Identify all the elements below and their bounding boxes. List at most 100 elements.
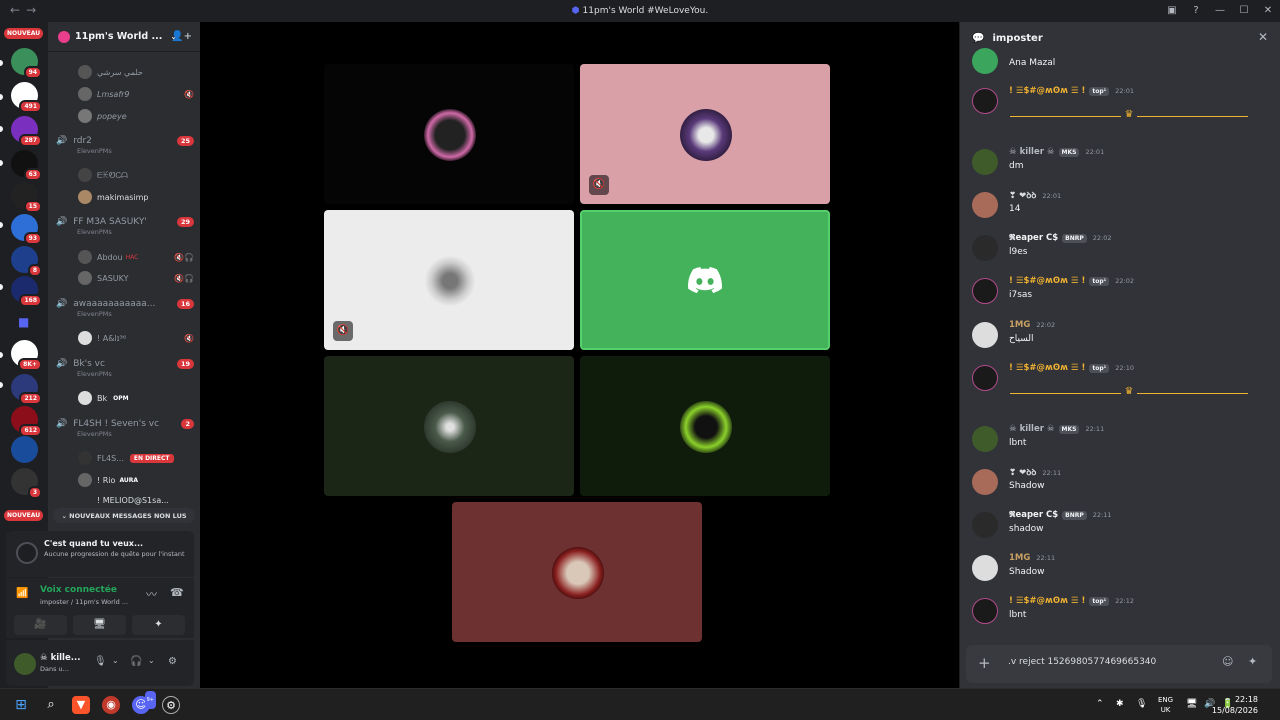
new-badge-bottom[interactable]: NOUVEAU	[4, 510, 44, 521]
microphone-icon[interactable]: 🎙	[1136, 699, 1147, 709]
camera-button[interactable]: 🎥	[14, 615, 67, 635]
chevron-down-icon[interactable]: ⌄	[148, 656, 155, 665]
tray-app-icon[interactable]: ✱	[1116, 699, 1124, 709]
folder-icon[interactable]: ■	[11, 310, 38, 337]
voice-location[interactable]: imposter / 11pm's World ...	[40, 598, 128, 606]
user-name[interactable]: ☠ kille...	[40, 653, 80, 663]
message-input[interactable]: + .v reject 1526980577469665340 ☺ ✦	[966, 645, 1272, 683]
add-attachment-icon[interactable]: +	[978, 654, 991, 672]
close-button[interactable]: ✕	[1256, 0, 1280, 22]
voice-member[interactable]: ᗴꀘᏬᏟᗩ	[78, 167, 194, 183]
app-icon[interactable]: ⚙	[162, 696, 180, 714]
avatar[interactable]	[972, 469, 998, 495]
voice-member[interactable]: popeye	[78, 108, 194, 124]
participant-tile[interactable]	[324, 356, 574, 496]
avatar[interactable]	[972, 192, 998, 218]
disconnect-icon[interactable]: ☎	[170, 586, 184, 599]
server-icon[interactable]: 94	[11, 48, 42, 79]
voice-member[interactable]: Abdou HAC 🔇🎧	[78, 249, 194, 265]
server-icon[interactable]: 287	[11, 116, 42, 147]
inbox-icon[interactable]: ▣	[1160, 0, 1184, 22]
server-icon[interactable]	[11, 436, 38, 463]
quest-title: C'est quand tu veux...	[44, 539, 144, 548]
minimize-button[interactable]: —	[1208, 0, 1232, 22]
screen-share-button[interactable]: 🖥	[73, 615, 126, 635]
participant-avatar	[552, 547, 604, 599]
discord-icon[interactable]: ☺ 9+	[132, 691, 156, 714]
search-icon[interactable]: ⌕	[42, 696, 60, 714]
clock[interactable]: 22:18 15/08/2026	[1212, 694, 1258, 716]
apps-icon[interactable]: ✦	[1248, 655, 1257, 668]
noise-suppression-icon[interactable]: 〰	[146, 586, 157, 602]
server-icon[interactable]: 3	[11, 468, 42, 499]
avatar[interactable]	[972, 88, 998, 114]
voice-channel-ff[interactable]: 🔊 FF M3A SASUKY' 29 ElevenPMs	[56, 217, 194, 236]
participant-tile[interactable]	[324, 64, 574, 204]
chat-channel-name: imposter	[992, 32, 1043, 44]
tray-chevron-icon[interactable]: ⌃	[1096, 699, 1104, 709]
avatar[interactable]	[972, 365, 998, 391]
server-icon[interactable]: 63	[11, 150, 42, 181]
close-icon[interactable]: ✕	[1258, 30, 1268, 44]
headphones-icon[interactable]: 🎧	[130, 656, 142, 667]
avatar[interactable]	[972, 322, 998, 348]
window-controls[interactable]: ▣ ? — ☐ ✕	[1160, 0, 1280, 22]
new-unread-messages-pill[interactable]: ⌄ NOUVEAUX MESSAGES NON LUS	[53, 508, 195, 523]
brave-browser-icon[interactable]: ▼	[72, 696, 90, 714]
participant-tile[interactable]	[452, 502, 702, 642]
server-icon[interactable]: 8	[11, 246, 42, 277]
emoji-icon[interactable]: ☺	[1222, 655, 1233, 668]
server-icon[interactable]: 93	[11, 214, 42, 245]
server-icon[interactable]: 168	[11, 276, 42, 307]
voice-member[interactable]: FL4S... EN DIRECT	[78, 450, 194, 466]
new-badge-top[interactable]: NOUVEAU	[4, 28, 44, 39]
avatar[interactable]	[14, 653, 36, 675]
participant-tile[interactable]: 🔇	[324, 210, 574, 350]
gear-icon[interactable]: ⚙	[168, 656, 177, 667]
participant-tile-speaking[interactable]	[580, 210, 830, 350]
voice-member[interactable]: ! A&lɪ³⁶ 🔇	[78, 330, 194, 346]
participant-tile[interactable]: 🔇	[580, 64, 830, 204]
network-icon[interactable]: 🖥	[1186, 699, 1197, 709]
signal-icon[interactable]: 📶	[16, 588, 28, 599]
avatar[interactable]	[972, 598, 998, 624]
server-icon[interactable]: 612	[11, 406, 42, 437]
voice-channel-awaa[interactable]: 🔊 awaaaaaaaaaaa... 16 ElevenPMs	[56, 299, 194, 318]
help-icon[interactable]: ?	[1184, 0, 1208, 22]
voice-member[interactable]: Lmsafr9 🔇	[78, 86, 194, 102]
chevron-down-icon[interactable]: ⌄	[112, 656, 119, 665]
invite-icon[interactable]: 👤+	[171, 31, 192, 42]
voice-member[interactable]: حلمي سرشي	[78, 64, 194, 80]
voice-member[interactable]: ! MELIOD@S1sa...	[78, 492, 194, 508]
avatar[interactable]	[972, 512, 998, 538]
avatar[interactable]	[972, 235, 998, 261]
windows-start-icon[interactable]: ⊞	[12, 696, 30, 714]
activities-button[interactable]: ✦	[132, 615, 185, 635]
language-indicator[interactable]: ENG UK	[1158, 695, 1173, 715]
voice-channel-fl4sh[interactable]: 🔊 FL4SH ! Seven's vc 2 ElevenPMs	[56, 419, 194, 438]
server-icon[interactable]: 491	[11, 82, 42, 113]
voice-channel-bk[interactable]: 🔊 Bk's vc 19 ElevenPMs	[56, 359, 194, 378]
server-icon[interactable]: 8K+	[11, 340, 42, 371]
participant-tile[interactable]	[580, 356, 830, 496]
voice-member[interactable]: SASUKY 🔇🎧	[78, 270, 194, 286]
avatar[interactable]	[972, 278, 998, 304]
windows-taskbar: ⊞ ⌕ ▼ ◉ ☺ 9+ ⚙ ⌃ ✱ 🎙 ENG UK 🖥 🔊 🔋 22:18 15/…	[0, 688, 1280, 720]
server-icon[interactable]: 212	[11, 374, 42, 405]
voice-member[interactable]: Bk OPM	[78, 390, 194, 406]
avatar[interactable]	[972, 48, 998, 74]
voice-member[interactable]: ! Rio AURA	[78, 472, 194, 488]
quest-panel[interactable]: C'est quand tu veux... Aucune progressio…	[6, 531, 194, 577]
user-status: Dans u...	[40, 665, 69, 673]
maximize-button[interactable]: ☐	[1232, 0, 1256, 22]
message-input-value[interactable]: .v reject 1526980577469665340	[1008, 657, 1156, 667]
app-icon[interactable]: ◉	[102, 696, 120, 714]
microphone-icon[interactable]: 🎙	[94, 656, 107, 667]
voice-member[interactable]: makimasimp	[78, 189, 194, 205]
avatar[interactable]	[972, 149, 998, 175]
server-icon[interactable]: 15	[11, 182, 42, 213]
voice-channel-rdr2[interactable]: 🔊 rdr2 25 ElevenPMs	[56, 136, 194, 155]
avatar[interactable]	[972, 555, 998, 581]
guild-header[interactable]: 11pm's World ... ⌄ 👤+	[48, 22, 200, 52]
avatar[interactable]	[972, 426, 998, 452]
